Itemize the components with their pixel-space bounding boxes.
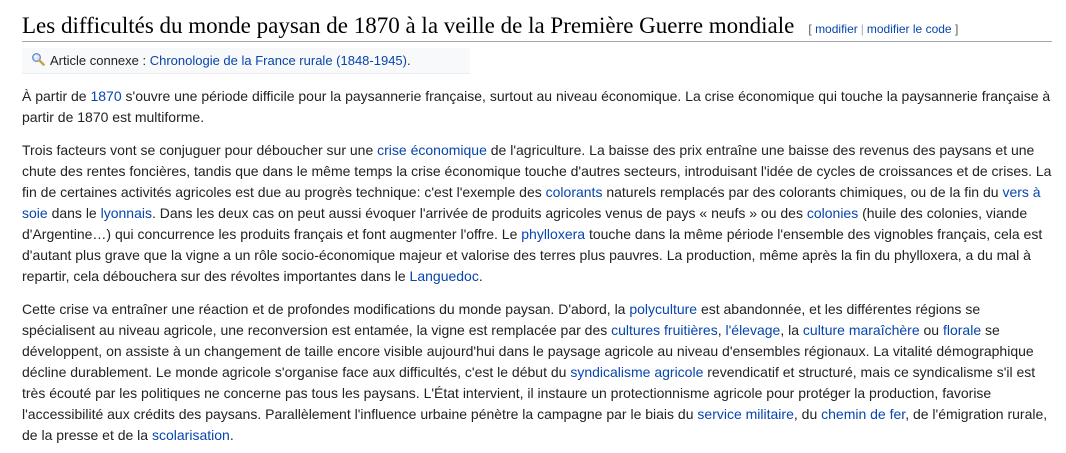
text: . — [478, 267, 483, 284]
hatnote-prefix: Article connexe : — [50, 52, 150, 68]
text: Cette crise va entraîner une réaction et… — [22, 300, 630, 317]
text: , la — [780, 321, 803, 338]
link-colonies[interactable]: colonies — [807, 205, 858, 221]
edit-source-link[interactable]: modifier le code — [867, 22, 952, 36]
link-phylloxera[interactable]: phylloxera — [521, 226, 585, 242]
link-syndicalisme-agricole[interactable]: syndicalisme agricole — [570, 364, 703, 380]
magnifier-icon — [32, 52, 45, 66]
link-elevage[interactable]: l'élevage — [726, 322, 781, 338]
paragraph-2: Trois facteurs vont se conjuguer pour dé… — [22, 140, 1052, 287]
bracket-open: [ — [808, 22, 812, 36]
link-crise-economique[interactable]: crise économique — [377, 142, 487, 158]
link-colorants[interactable]: colorants — [546, 184, 603, 200]
hatnote-link[interactable]: Chronologie de la France rurale (1848-19… — [150, 53, 407, 68]
edit-links-separator: | — [860, 22, 864, 36]
text: . — [229, 426, 234, 443]
edit-section-link[interactable]: modifier — [815, 22, 858, 36]
link-scolarisation[interactable]: scolarisation — [152, 427, 230, 443]
article-section: Les difficultés du monde paysan de 1870 … — [0, 0, 1066, 446]
link-service-militaire[interactable]: service militaire — [697, 406, 793, 422]
text: naturels remplacés par des colorants chi… — [602, 183, 1003, 200]
link-florale[interactable]: florale — [943, 322, 981, 338]
related-article-hatnote: Article connexe : Chronologie de la Fran… — [22, 47, 470, 74]
text: dans le — [47, 204, 101, 221]
link-languedoc[interactable]: Languedoc — [410, 268, 479, 284]
link-polyculture[interactable]: polyculture — [629, 301, 697, 317]
paragraph-3: Cette crise va entraîner une réaction et… — [22, 299, 1052, 446]
link-chemin-de-fer[interactable]: chemin de fer — [821, 406, 905, 422]
text: . Dans les deux cas on peut aussi évoque… — [152, 204, 807, 221]
link-culture-maraichere[interactable]: culture maraîchère — [803, 322, 920, 338]
link-lyonnais[interactable]: lyonnais — [101, 205, 152, 221]
text: À partir de — [22, 87, 91, 104]
edit-section-links: [ modifier | modifier le code ] — [808, 22, 958, 36]
link-1870[interactable]: 1870 — [90, 88, 121, 104]
text: , du — [793, 405, 822, 422]
hatnote-suffix: . — [406, 52, 411, 68]
link-cultures-fruitieres[interactable]: cultures fruitières — [611, 322, 718, 338]
section-title: Les difficultés du monde paysan de 1870 … — [22, 13, 795, 38]
section-heading-row: Les difficultés du monde paysan de 1870 … — [22, 0, 1052, 42]
paragraph-1: À partir de 1870 s'ouvre une période dif… — [22, 86, 1052, 128]
text: ou — [919, 321, 943, 338]
text: s'ouvre une période difficile pour la pa… — [22, 87, 1051, 125]
text: , — [717, 321, 726, 338]
bracket-close: ] — [954, 22, 959, 36]
text: Trois facteurs vont se conjuguer pour dé… — [22, 141, 378, 158]
